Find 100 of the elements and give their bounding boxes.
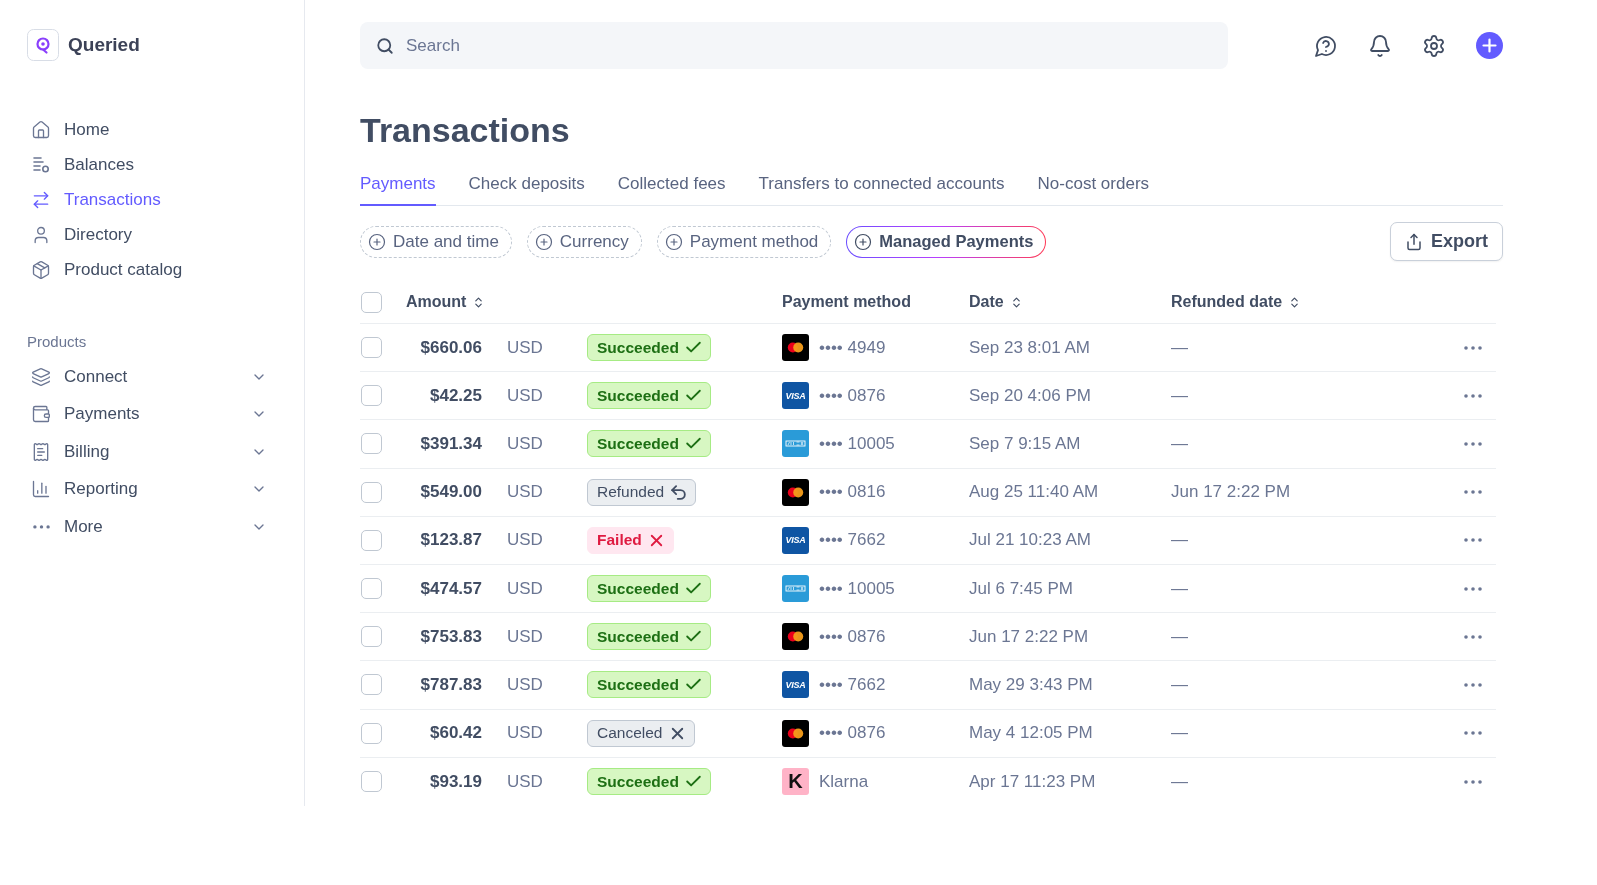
refunded-date-text: — <box>1171 385 1189 406</box>
package-icon <box>31 259 51 280</box>
currency-text: USD <box>506 530 544 551</box>
checkbox[interactable] <box>361 337 382 359</box>
ellipsis-icon <box>32 524 50 529</box>
card-number-text: •••• 10005 <box>819 433 895 454</box>
refunded-date-text: — <box>1171 626 1189 647</box>
nav-link[interactable]: Product catalog <box>27 252 271 287</box>
lines-circle-icon <box>31 154 51 175</box>
amount-text: $474.57 <box>420 578 482 599</box>
settings-icon[interactable] <box>1422 33 1446 58</box>
status-text: Succeeded <box>597 386 679 405</box>
more-icon[interactable] <box>1464 490 1482 495</box>
house-icon <box>31 119 51 140</box>
more-icon[interactable] <box>1464 634 1482 639</box>
plus-circle-icon <box>854 232 873 251</box>
more-icon[interactable] <box>1464 345 1482 350</box>
card-brand-logo: VISA <box>782 671 809 699</box>
checkbox[interactable] <box>361 291 382 313</box>
nav-link[interactable]: Home <box>27 112 271 147</box>
card-number-text: •••• 0816 <box>819 482 886 503</box>
checkbox[interactable] <box>361 578 382 600</box>
column-header: Amount <box>406 293 467 311</box>
more-icon[interactable] <box>1464 393 1482 398</box>
card-brand-icon <box>782 478 809 506</box>
amount-text: $787.83 <box>420 674 482 695</box>
status-text: Refunded <box>597 483 665 502</box>
amount-text: $60.42 <box>430 723 482 744</box>
date-text: May 29 3:43 PM <box>969 674 1094 695</box>
nav-link[interactable]: Balances <box>27 147 271 182</box>
checkbox[interactable] <box>361 771 382 793</box>
nav-link[interactable]: Connect <box>27 358 271 396</box>
date-text: Aug 25 11:40 AM <box>969 482 1100 503</box>
card-number-text: •••• 0876 <box>819 385 886 406</box>
card-brand-icon <box>782 623 809 651</box>
status-text: Succeeded <box>597 338 679 357</box>
filter-chip[interactable]: Payment method <box>656 225 832 258</box>
more-icon[interactable] <box>1464 779 1482 784</box>
date-text: Jul 21 10:23 AM <box>969 530 1092 551</box>
logo-icon <box>27 29 59 61</box>
tab[interactable]: Payments <box>360 163 436 206</box>
nav-link[interactable]: Payments <box>27 395 271 433</box>
card-number-text: •••• 7662 <box>819 674 886 695</box>
nav-link[interactable]: Billing <box>27 433 271 471</box>
tab[interactable]: Check deposits <box>468 163 585 206</box>
currency-text: USD <box>506 626 544 647</box>
checkbox[interactable] <box>361 529 382 551</box>
card-number-text: •••• 0876 <box>819 723 886 744</box>
refunded-date-text: Jun 17 2:22 PM <box>1171 482 1292 503</box>
filter-chip[interactable]: Currency <box>526 225 642 258</box>
page-title: Transactions <box>360 110 571 150</box>
brand-name: Queried <box>68 34 140 56</box>
filter-chip[interactable]: Date and time <box>360 225 512 258</box>
date-text: Apr 17 11:23 PM <box>969 771 1097 792</box>
nav-link[interactable]: Directory <box>27 217 271 252</box>
tab[interactable]: Collected fees <box>617 163 726 206</box>
wallet-icon <box>31 404 51 425</box>
tab[interactable]: Transfers to connected accounts <box>758 163 1005 206</box>
card-number-text: •••• 0876 <box>819 626 886 647</box>
status-text: Succeeded <box>597 579 679 598</box>
amount-text: $93.19 <box>430 771 482 792</box>
date-text: Jul 6 7:45 PM <box>969 578 1074 599</box>
checkbox[interactable] <box>361 481 382 503</box>
help-icon[interactable] <box>1314 33 1338 58</box>
layers-icon <box>31 366 51 387</box>
more-icon[interactable] <box>1464 441 1482 446</box>
tab[interactable]: No-cost orders <box>1037 163 1150 206</box>
checkbox[interactable] <box>361 626 382 648</box>
nav-link[interactable]: Reporting <box>27 470 271 508</box>
search-icon <box>376 36 394 55</box>
bell-icon[interactable] <box>1368 33 1392 58</box>
refunded-date-text: — <box>1171 530 1189 551</box>
amount-text: $123.87 <box>420 530 482 551</box>
status-text: Canceled <box>597 724 663 743</box>
checkbox[interactable] <box>361 433 382 455</box>
plus-circle-icon <box>664 232 683 251</box>
nav-link[interactable]: More <box>27 508 271 546</box>
plus-circle-icon <box>368 232 386 251</box>
amount-text: $549.00 <box>420 482 482 503</box>
checkbox[interactable] <box>361 385 382 407</box>
export-button[interactable]: Export <box>1390 222 1503 261</box>
currency-text: USD <box>506 723 544 744</box>
column-header: Date <box>969 293 1004 311</box>
column-header: Payment method <box>782 293 911 311</box>
column-header: Refunded date <box>1171 293 1283 311</box>
share-icon <box>1405 232 1423 251</box>
checkbox[interactable] <box>361 722 382 744</box>
plus-circle-icon[interactable] <box>1476 32 1503 59</box>
search-field[interactable]: Search <box>360 22 1228 69</box>
more-icon[interactable] <box>1464 586 1482 591</box>
checkbox[interactable] <box>361 674 382 696</box>
card-brand-logo: VISA <box>782 526 809 554</box>
more-icon[interactable] <box>1464 538 1482 543</box>
refunded-date-text: — <box>1171 674 1189 695</box>
status-text: Succeeded <box>597 675 679 694</box>
more-icon[interactable] <box>1464 731 1482 736</box>
more-icon[interactable] <box>1464 682 1482 687</box>
filter-chip[interactable]: Managed Payments <box>846 225 1047 258</box>
nav-link[interactable]: Transactions <box>27 182 271 217</box>
card-brand-icon <box>782 719 809 747</box>
